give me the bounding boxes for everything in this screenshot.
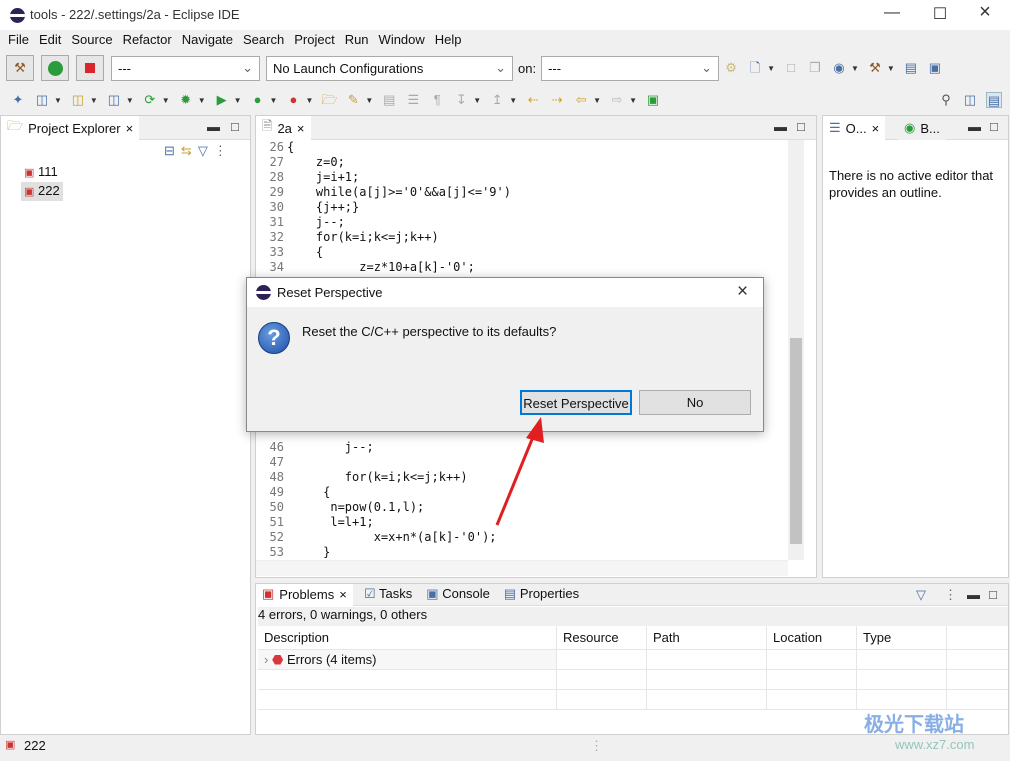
- arrow-shaft: [495, 436, 535, 526]
- annotation-arrow: [495, 417, 544, 526]
- arrow-head: [526, 417, 544, 443]
